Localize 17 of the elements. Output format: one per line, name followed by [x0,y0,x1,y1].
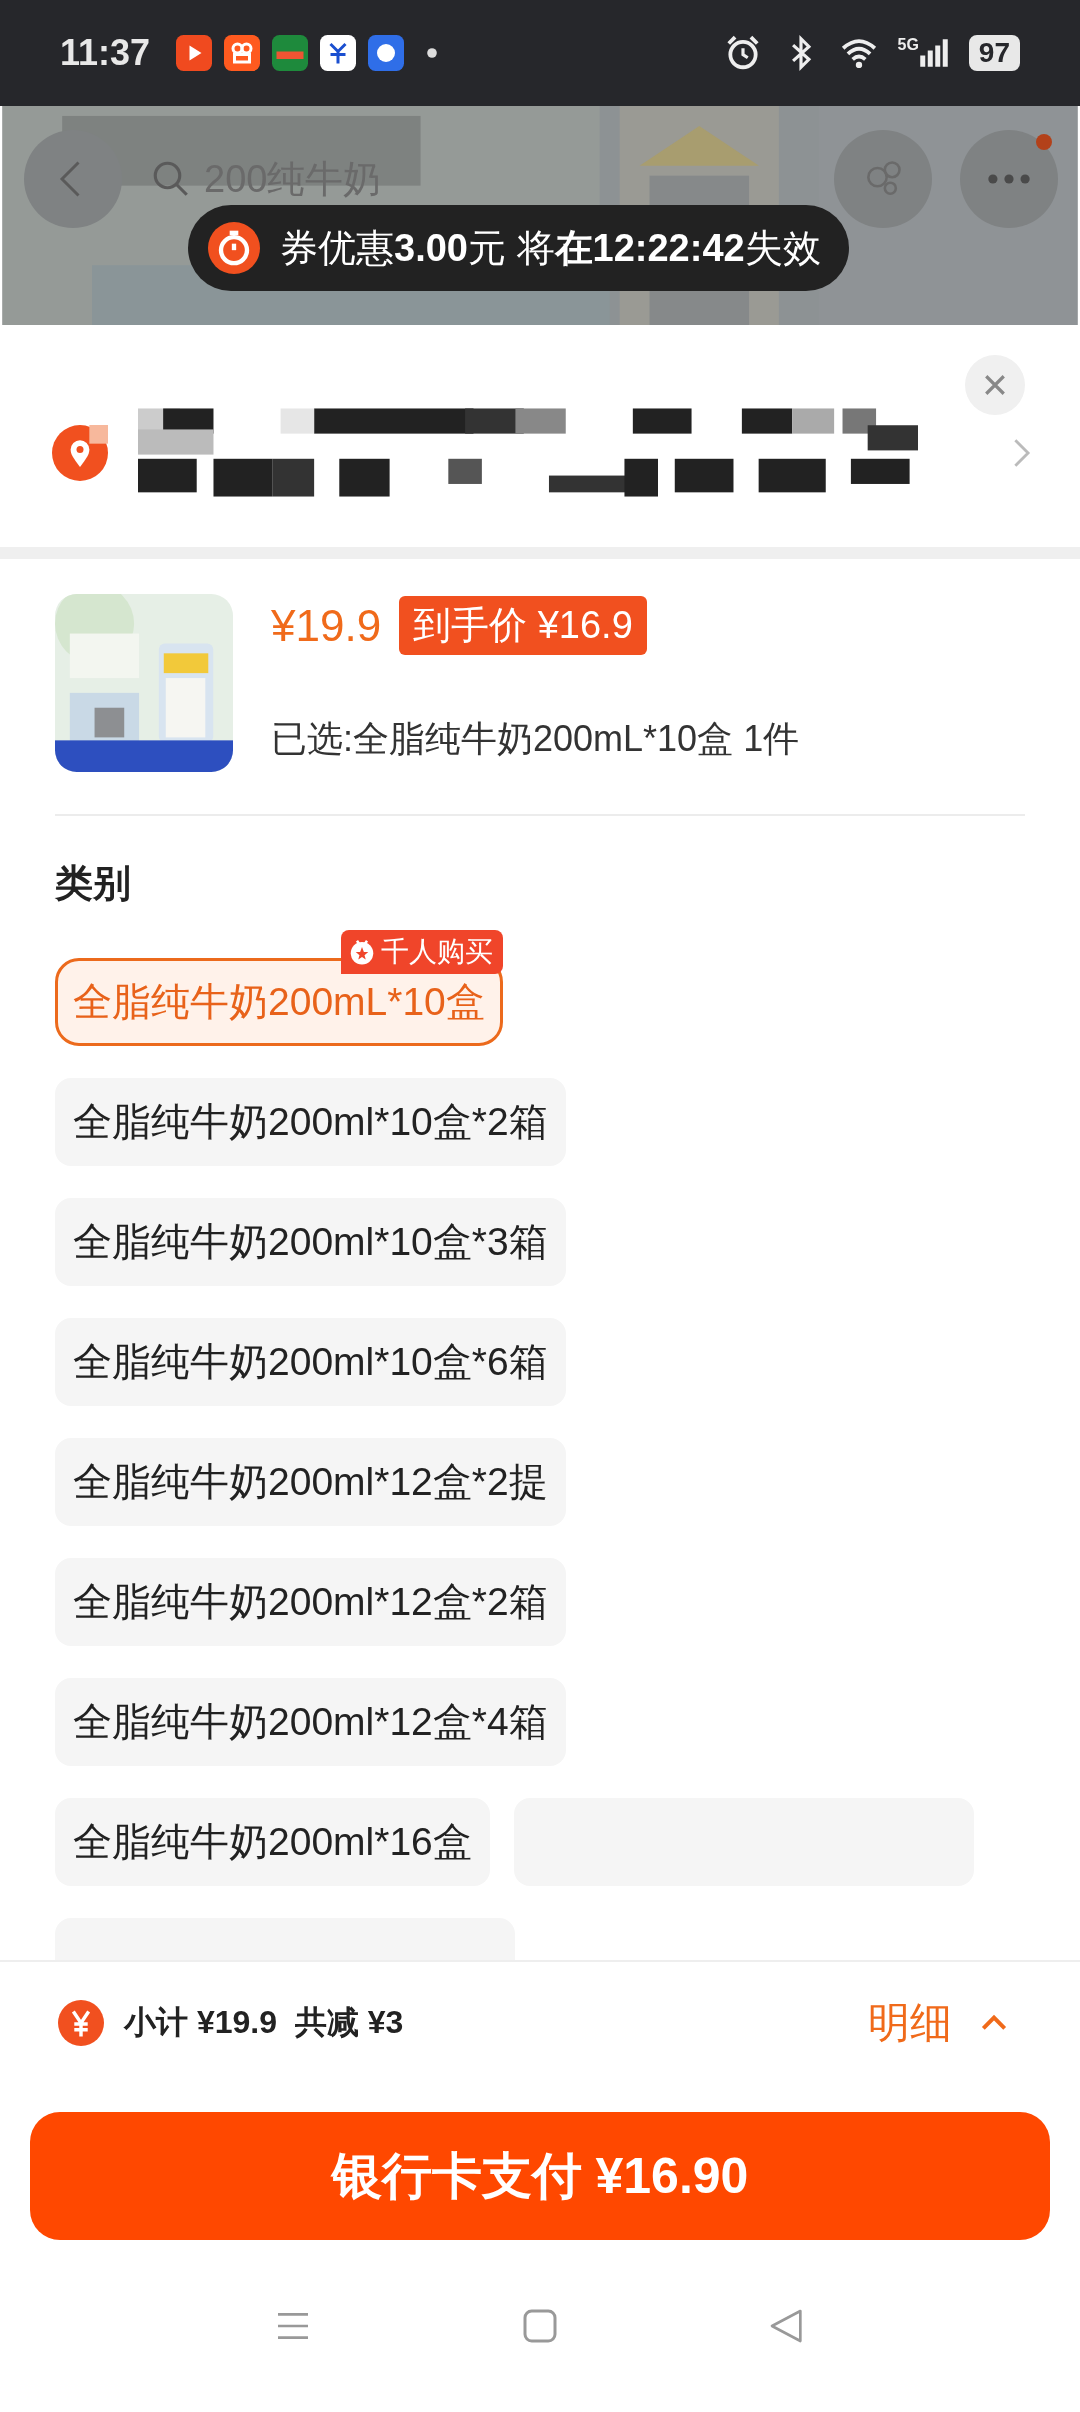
selected-variant-text: 已选:全脂纯牛奶200mL*10盒 1件 [271,717,800,761]
category-title: 类别 [55,861,132,906]
battery-level: 97 [968,35,1020,71]
option-chip[interactable]: 全脂纯牛奶200ml*12盒*2提 [55,1438,566,1526]
coupon-expiry-text: 券优惠3.00元 将在12:22:42失效 [280,225,821,271]
price-summary: 小计 ¥19.9 共减 ¥3 [124,2003,404,2042]
option-chip[interactable]: 全脂纯牛奶200ml*10盒*6箱 [55,1318,566,1406]
popularity-badge: 千人购买 [340,930,503,974]
clock-time: 11:37 [60,32,151,74]
option-chip[interactable]: 全脂纯牛奶200ml*12盒*4箱 [55,1678,566,1766]
option-chip[interactable]: 全脂纯牛奶200ml*10盒*2箱 [55,1078,566,1166]
price: ¥19.9 [271,600,382,651]
network-type: 5G [897,36,919,54]
option-chip[interactable]: 全脂纯牛奶200ml*12盒*2箱 [55,1558,566,1646]
option-chip[interactable]: 全脂纯牛奶200ml*10盒*3箱 [55,1198,566,1286]
option-chip[interactable]: 全脂纯牛奶200ml*16盒 [55,1798,490,1886]
final-price-tag: 到手价 ¥16.9 [399,596,647,655]
